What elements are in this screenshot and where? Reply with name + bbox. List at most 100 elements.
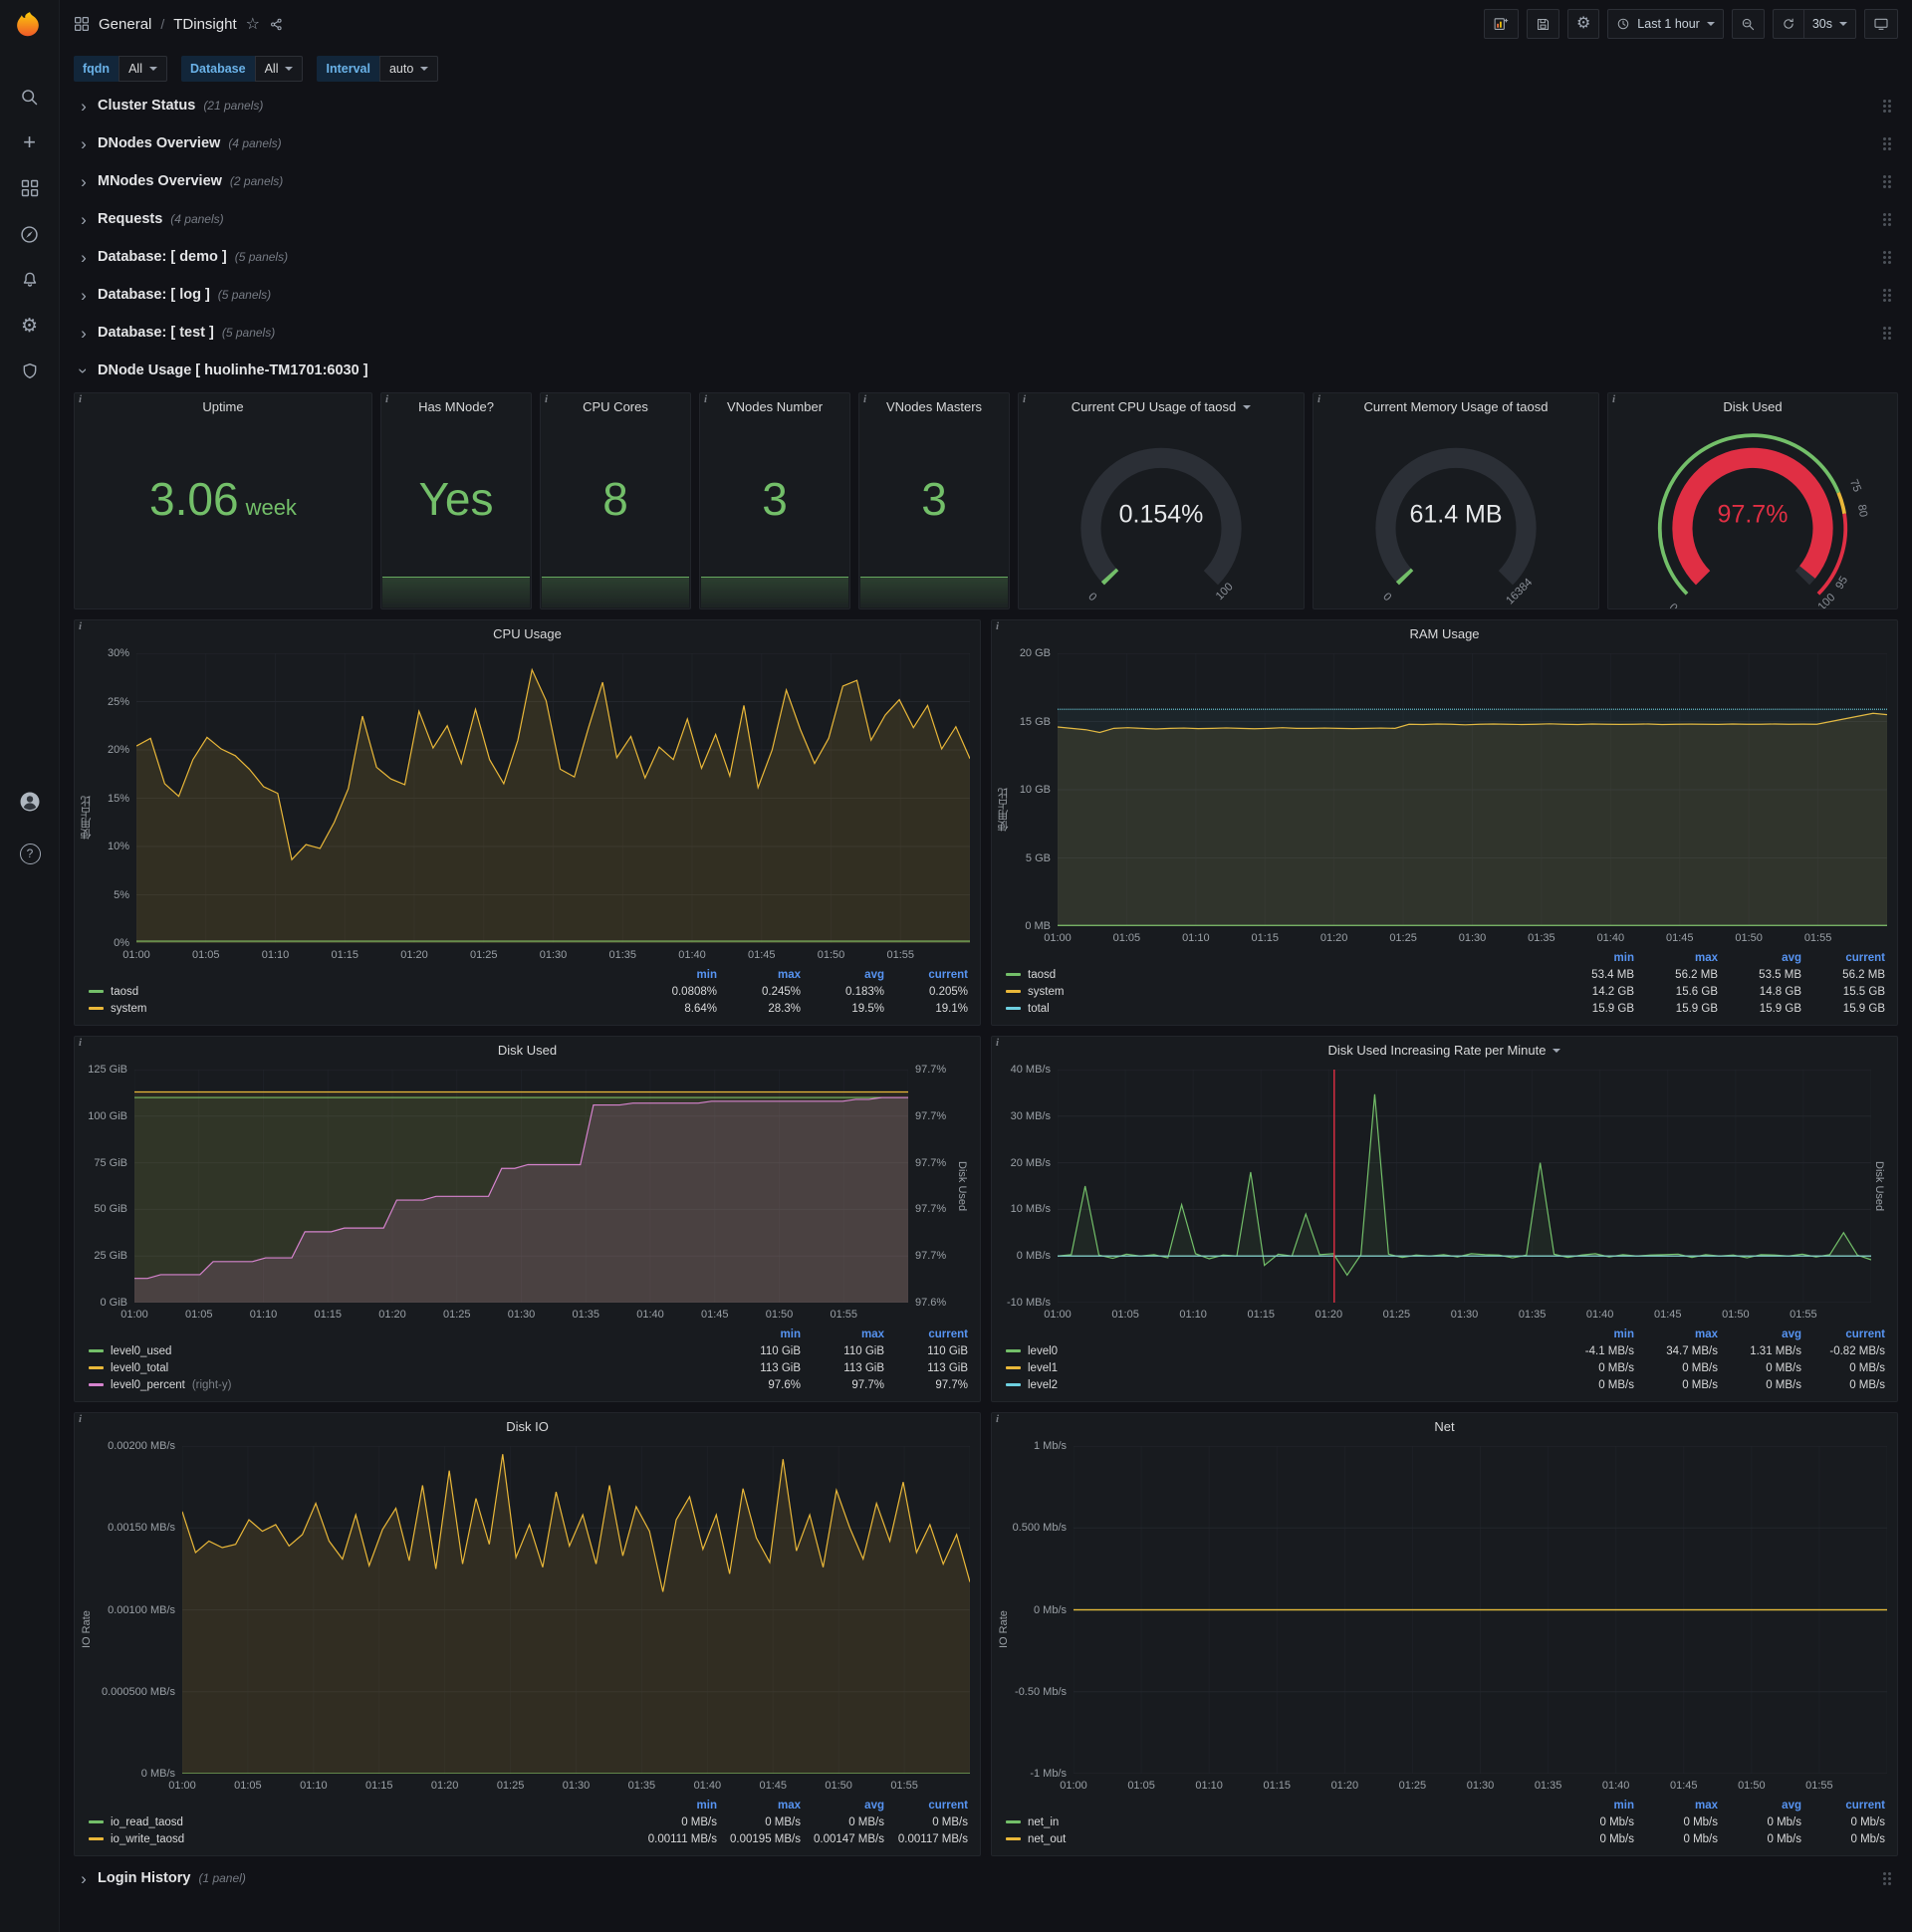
dashboard-row-database-log[interactable]: › Database: [ log ] (5 panels) — [74, 279, 1898, 311]
panel-info-icon[interactable]: i — [1023, 393, 1026, 405]
row-drag-handle[interactable] — [1881, 287, 1894, 304]
chart-plot-area[interactable] — [1058, 1070, 1871, 1303]
legend-col-max[interactable]: max — [1634, 1800, 1718, 1811]
grafana-logo[interactable] — [0, 0, 60, 50]
panel-info-icon[interactable]: i — [79, 1413, 82, 1425]
legend-col-max[interactable]: max — [717, 1800, 801, 1811]
panel-title[interactable]: VNodes Masters — [859, 393, 1009, 420]
row-drag-handle[interactable] — [1881, 135, 1894, 152]
legend-col-max[interactable]: max — [1634, 1328, 1718, 1340]
chart-plot-area[interactable] — [1074, 1446, 1887, 1774]
panel-title[interactable]: Disk Used — [75, 1037, 980, 1064]
legend-series-io-read-taosd[interactable]: io_read_taosd — [111, 1816, 183, 1828]
panel-title[interactable]: Current CPU Usage of taosd — [1019, 393, 1304, 420]
panel-info-icon[interactable]: i — [79, 1037, 82, 1049]
legend-series-level0-used[interactable]: level0_used — [111, 1345, 171, 1357]
legend-col-min[interactable]: min — [633, 1800, 717, 1811]
dashboard-row-mnodes-overview[interactable]: › MNodes Overview (2 panels) — [74, 165, 1898, 197]
chart-plot-area[interactable] — [1058, 653, 1887, 926]
dashboard-row-dnode-usage[interactable]: › DNode Usage [ huolinhe-TM1701:6030 ] — [74, 355, 1898, 386]
panel-title[interactable]: VNodes Number — [700, 393, 849, 420]
dashboard-row-database-demo[interactable]: › Database: [ demo ] (5 panels) — [74, 241, 1898, 273]
refresh-interval-dropdown[interactable]: 30s — [1802, 9, 1856, 39]
panel-info-icon[interactable]: i — [996, 1413, 999, 1425]
sidebar-create-button[interactable]: + — [11, 125, 49, 159]
legend-series-level0[interactable]: level0 — [1028, 1345, 1058, 1357]
variable-value-database[interactable]: All — [254, 56, 304, 82]
panel-info-icon[interactable]: i — [863, 393, 866, 405]
sidebar-alerting-button[interactable] — [11, 263, 49, 297]
legend-series-taosd[interactable]: taosd — [111, 986, 138, 998]
dashboard-row-dnodes-overview[interactable]: › DNodes Overview (4 panels) — [74, 127, 1898, 159]
refresh-button[interactable] — [1772, 9, 1803, 39]
dashboard-row-requests[interactable]: › Requests (4 panels) — [74, 203, 1898, 235]
panel-title[interactable]: RAM Usage — [992, 620, 1897, 647]
panel-info-icon[interactable]: i — [996, 1037, 999, 1049]
legend-col-min[interactable]: min — [1551, 1800, 1634, 1811]
legend-col-min[interactable]: min — [633, 969, 717, 981]
breadcrumb-page[interactable]: TDinsight — [173, 16, 236, 33]
legend-col-avg[interactable]: avg — [1718, 952, 1801, 964]
legend-col-max[interactable]: max — [801, 1328, 884, 1340]
legend-col-max[interactable]: max — [717, 969, 801, 981]
legend-series-level2[interactable]: level2 — [1028, 1379, 1058, 1391]
save-dashboard-button[interactable] — [1526, 9, 1559, 39]
sidebar-dashboards-button[interactable] — [11, 171, 49, 205]
row-drag-handle[interactable] — [1881, 1870, 1894, 1887]
row-drag-handle[interactable] — [1881, 325, 1894, 342]
breadcrumb-section[interactable]: General — [99, 16, 151, 33]
legend-series-net-in[interactable]: net_in — [1028, 1816, 1059, 1828]
sidebar-search-button[interactable] — [11, 80, 49, 114]
panel-info-icon[interactable]: i — [385, 393, 388, 405]
variable-value-fqdn[interactable]: All — [119, 56, 167, 82]
legend-series-level1[interactable]: level1 — [1028, 1362, 1058, 1374]
legend-col-current[interactable]: current — [1801, 1800, 1885, 1811]
panel-title[interactable]: Disk Used — [1608, 393, 1897, 420]
legend-col-min[interactable]: min — [1551, 952, 1634, 964]
panel-info-icon[interactable]: i — [79, 393, 82, 405]
dashboard-settings-button[interactable]: ⚙ — [1566, 9, 1600, 39]
panel-info-icon[interactable]: i — [545, 393, 548, 405]
legend-col-current[interactable]: current — [884, 969, 968, 981]
variable-value-interval[interactable]: auto — [378, 56, 439, 82]
panel-title[interactable]: Current Memory Usage of taosd — [1314, 393, 1598, 420]
chart-plot-area[interactable] — [136, 653, 970, 943]
legend-col-avg[interactable]: avg — [1718, 1800, 1801, 1811]
panel-title[interactable]: CPU Usage — [75, 620, 980, 647]
chart-plot-area[interactable] — [134, 1070, 908, 1303]
sidebar-configuration-button[interactable]: ⚙ — [11, 309, 49, 343]
panel-info-icon[interactable]: i — [1317, 393, 1320, 405]
legend-series-total[interactable]: total — [1028, 1003, 1050, 1015]
panel-title[interactable]: Disk IO — [75, 1413, 980, 1440]
panel-info-icon[interactable]: i — [1612, 393, 1615, 405]
cycle-view-mode-button[interactable] — [1864, 9, 1898, 39]
legend-col-current[interactable]: current — [1801, 952, 1885, 964]
row-drag-handle[interactable] — [1881, 249, 1894, 266]
legend-col-avg[interactable]: avg — [801, 969, 884, 981]
panel-title[interactable]: Has MNode? — [381, 393, 531, 420]
user-profile-button[interactable] — [11, 785, 49, 819]
panel-info-icon[interactable]: i — [996, 620, 999, 632]
legend-series-io-write-taosd[interactable]: io_write_taosd — [111, 1833, 184, 1845]
legend-series-level0-percent[interactable]: level0_percent — [111, 1379, 185, 1391]
legend-col-current[interactable]: current — [884, 1800, 968, 1811]
share-icon[interactable] — [269, 17, 284, 32]
time-range-picker[interactable]: Last 1 hour — [1607, 9, 1724, 39]
dashboard-row-cluster-status[interactable]: › Cluster Status (21 panels) — [74, 90, 1898, 121]
row-drag-handle[interactable] — [1881, 211, 1894, 228]
legend-series-system[interactable]: system — [1028, 986, 1064, 998]
legend-col-current[interactable]: current — [1801, 1328, 1885, 1340]
panel-title[interactable]: Disk Used Increasing Rate per Minute — [992, 1037, 1897, 1064]
legend-series-taosd[interactable]: taosd — [1028, 969, 1056, 981]
panel-info-icon[interactable]: i — [704, 393, 707, 405]
legend-col-current[interactable]: current — [884, 1328, 968, 1340]
panel-title[interactable]: Net — [992, 1413, 1897, 1440]
panel-title[interactable]: Uptime — [75, 393, 371, 420]
sidebar-explore-button[interactable] — [11, 217, 49, 251]
panel-title[interactable]: CPU Cores — [541, 393, 690, 420]
legend-series-system[interactable]: system — [111, 1003, 146, 1015]
legend-col-max[interactable]: max — [1634, 952, 1718, 964]
legend-col-min[interactable]: min — [1551, 1328, 1634, 1340]
add-panel-button[interactable] — [1483, 9, 1519, 39]
legend-col-min[interactable]: min — [717, 1328, 801, 1340]
